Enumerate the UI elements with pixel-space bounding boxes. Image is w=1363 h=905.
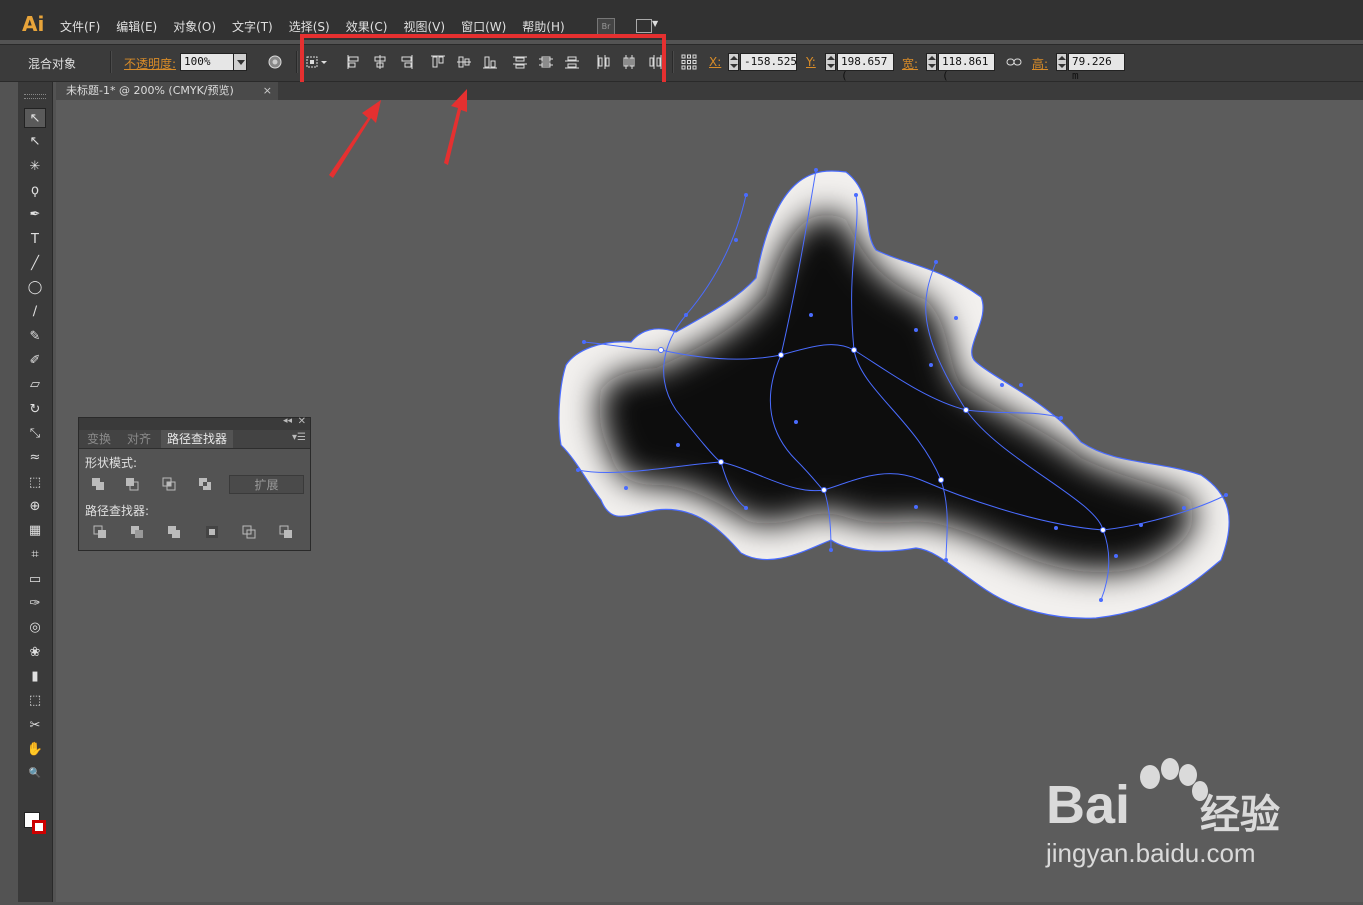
pathfinders-label: 路径查找器: xyxy=(85,504,150,518)
watermark-brand: Bai xyxy=(1046,775,1131,835)
rotate-icon[interactable]: ↻ xyxy=(24,400,46,420)
divider xyxy=(296,51,298,73)
shape-builder-icon[interactable]: ⊕ xyxy=(24,497,46,517)
trim-icon[interactable] xyxy=(130,525,144,539)
opacity-label[interactable]: 不透明度: xyxy=(124,55,176,72)
selection-tool-icon[interactable]: ↖ xyxy=(24,108,46,128)
workspace-icon xyxy=(636,19,652,33)
reference-point-icon[interactable] xyxy=(681,54,697,70)
lasso-icon[interactable]: ϙ xyxy=(24,181,46,201)
divider xyxy=(110,51,112,73)
tab-transform[interactable]: 变换 xyxy=(81,430,117,448)
warp-icon[interactable]: ≈ xyxy=(24,448,46,468)
watermark-brand-cn: 经验 xyxy=(1200,792,1280,838)
expand-button[interactable]: 扩展 xyxy=(229,475,304,494)
merge-icon[interactable] xyxy=(167,525,181,539)
x-input[interactable]: -158.525 xyxy=(740,53,797,71)
tab-pathfinder[interactable]: 路径查找器 xyxy=(161,430,234,448)
free-transform-icon[interactable]: ⬚ xyxy=(24,473,46,493)
menu-type[interactable]: 文字(T) xyxy=(224,18,281,35)
pen-tool-icon[interactable]: ✒ xyxy=(24,205,46,225)
width-stepper[interactable] xyxy=(926,53,937,71)
minus-front-icon[interactable] xyxy=(125,477,139,491)
pencil-icon[interactable]: ✎ xyxy=(24,327,46,347)
paintbrush-icon[interactable]: ∕ xyxy=(24,302,46,322)
hand-icon[interactable]: ✋ xyxy=(24,740,46,760)
crop-icon[interactable] xyxy=(205,525,219,539)
control-bar: 混合对象 不透明度: 100% X: -158.525 Y: 198.657 (… xyxy=(0,44,1363,82)
height-stepper[interactable] xyxy=(1056,53,1067,71)
annotation-highlight-box xyxy=(300,34,666,86)
magic-wand-icon[interactable]: ✳ xyxy=(24,157,46,177)
scale-icon[interactable]: ⤡ xyxy=(24,424,46,444)
intersect-icon[interactable] xyxy=(162,477,176,491)
constrain-proportions-link-icon[interactable] xyxy=(1006,54,1022,70)
width-input[interactable]: 118.861 ( xyxy=(938,53,995,82)
symbol-sprayer-icon[interactable]: ❀ xyxy=(24,643,46,663)
toolbox-grip[interactable] xyxy=(24,94,46,99)
outline-icon[interactable] xyxy=(242,525,256,539)
menu-file[interactable]: 文件(F) xyxy=(52,18,108,35)
minus-back-icon[interactable] xyxy=(279,525,293,539)
width-label: 宽: xyxy=(902,57,919,71)
menu-edit[interactable]: 编辑(E) xyxy=(108,18,165,35)
y-stepper[interactable] xyxy=(825,53,836,71)
menu-select[interactable]: 选择(S) xyxy=(281,18,338,35)
x-stepper[interactable] xyxy=(728,53,739,71)
y-input[interactable]: 198.657 ( xyxy=(837,53,894,82)
document-tab-bar: 未标题-1* @ 200% (CMYK/预览) × xyxy=(56,82,1363,100)
menu-effect[interactable]: 效果(C) xyxy=(338,18,396,35)
mesh-icon[interactable]: ⌗ xyxy=(24,545,46,565)
close-tab-icon[interactable]: × xyxy=(263,82,272,100)
height-input[interactable]: 79.226 m xyxy=(1068,53,1125,82)
eraser-icon[interactable]: ▱ xyxy=(24,375,46,395)
tools-panel: ↖ ↖ ✳ ϙ ✒ T ╱ ◯ ∕ ✎ ✐ ▱ ↻ ⤡ ≈ ⬚ ⊕ ▦ ⌗ ▭ ✑ ◎ ❀ ▮ ⬚ ✂ ✋ 🔍 xyxy=(18,82,53,902)
selection-type-label: 混合对象 xyxy=(28,57,77,71)
divide-icon[interactable] xyxy=(93,525,107,539)
slice-icon[interactable]: ✂ xyxy=(24,716,46,736)
menu-bar: Ai 文件(F) 编辑(E) 对象(O) 文字(T) 选择(S) 效果(C) 视… xyxy=(0,0,1363,40)
panel-titlebar[interactable]: ◂◂ ✕ xyxy=(79,416,310,430)
recolor-artwork-icon[interactable] xyxy=(267,54,283,70)
pathfinder-panel: ◂◂ ✕ 变换 对齐 路径查找器 ▾☰ 形状模式: 扩展 路径查找器: xyxy=(78,416,311,551)
panel-tabs: 变换 对齐 路径查找器 ▾☰ xyxy=(79,430,310,449)
y-label: Y: xyxy=(806,55,816,69)
collapse-panel-icon[interactable]: ◂◂ xyxy=(283,416,292,426)
direct-selection-tool-icon[interactable]: ↖ xyxy=(24,132,46,152)
perspective-grid-icon[interactable]: ▦ xyxy=(24,521,46,541)
opacity-dropdown[interactable] xyxy=(233,53,247,71)
workspace-switcher-button[interactable]: ▼ xyxy=(636,19,662,33)
blob-brush-icon[interactable]: ✐ xyxy=(24,351,46,371)
gradient-icon[interactable]: ▭ xyxy=(24,570,46,590)
line-tool-icon[interactable]: ╱ xyxy=(24,254,46,274)
x-label: X: xyxy=(709,55,722,69)
menu-list: 文件(F) 编辑(E) 对象(O) 文字(T) 选择(S) 效果(C) 视图(V… xyxy=(52,18,573,35)
menu-window[interactable]: 窗口(W) xyxy=(453,18,514,35)
watermark-url: jingyan.baidu.com xyxy=(1046,838,1256,868)
tab-align[interactable]: 对齐 xyxy=(121,430,157,448)
panel-menu-icon[interactable]: ▾☰ xyxy=(292,432,306,443)
app-logo: Ai xyxy=(22,12,45,36)
opacity-input[interactable]: 100% xyxy=(180,53,234,71)
divider xyxy=(672,51,674,73)
height-label: 高: xyxy=(1032,57,1049,71)
fill-stroke-swatch[interactable] xyxy=(24,812,46,836)
close-panel-icon[interactable]: ✕ xyxy=(298,416,306,427)
type-tool-icon[interactable]: T xyxy=(24,230,46,250)
ellipse-tool-icon[interactable]: ◯ xyxy=(24,278,46,298)
artboard-icon[interactable]: ⬚ xyxy=(24,691,46,711)
eyedropper-icon[interactable]: ✑ xyxy=(24,594,46,614)
column-graph-icon[interactable]: ▮ xyxy=(24,667,46,687)
blend-icon[interactable]: ◎ xyxy=(24,618,46,638)
zoom-icon[interactable]: 🔍 xyxy=(24,764,46,784)
document-tab[interactable]: 未标题-1* @ 200% (CMYK/预览) × xyxy=(56,82,278,100)
menu-view[interactable]: 视图(V) xyxy=(395,18,453,35)
menu-object[interactable]: 对象(O) xyxy=(165,18,224,35)
exclude-icon[interactable] xyxy=(198,477,212,491)
unite-icon[interactable] xyxy=(91,477,105,491)
chevron-down-icon: ▼ xyxy=(652,19,659,28)
shape-modes-label: 形状模式: xyxy=(85,456,138,470)
menu-help[interactable]: 帮助(H) xyxy=(514,18,572,35)
document-tab-title: 未标题-1* @ 200% (CMYK/预览) xyxy=(66,84,234,97)
